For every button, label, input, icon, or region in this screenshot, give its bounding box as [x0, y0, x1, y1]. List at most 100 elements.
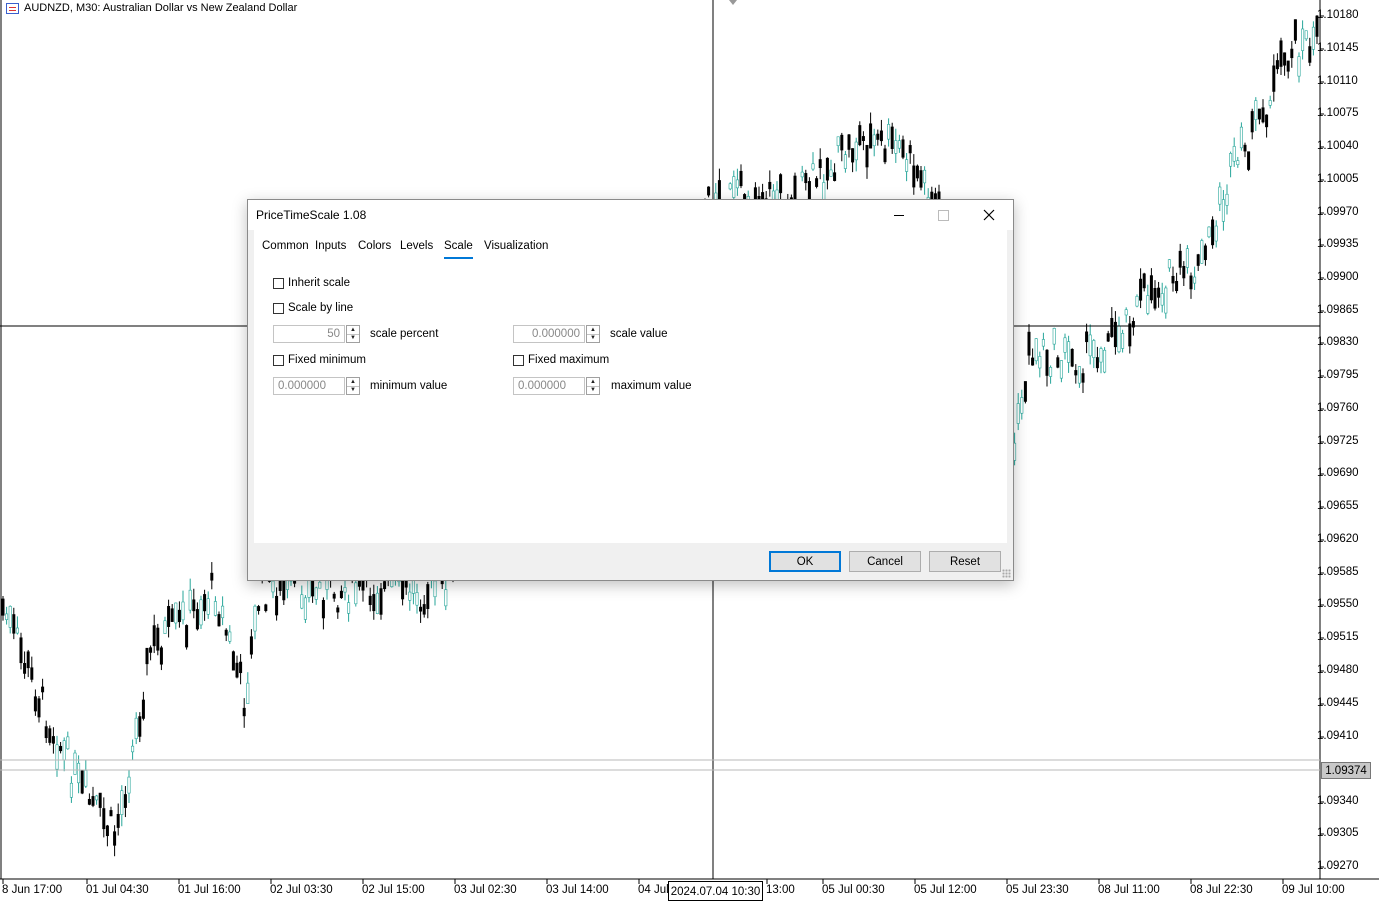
tab-colors[interactable]: Colors [358, 240, 391, 252]
candle-body [1261, 107, 1265, 123]
checkbox-box[interactable] [273, 277, 284, 289]
fixed-maximum-label: Fixed maximum [528, 354, 610, 366]
candle-body [354, 582, 358, 605]
inherit-scale-checkbox[interactable]: Inherit scale [273, 277, 350, 289]
minimum-value-stepper[interactable]: ▲ ▼ [273, 377, 360, 395]
scale-value-stepper[interactable]: ▲ ▼ [513, 325, 600, 343]
candle-body [1110, 317, 1114, 337]
candle-body [1214, 225, 1218, 242]
candle-body [840, 134, 844, 151]
ok-button[interactable]: OK [769, 551, 841, 572]
minimum-value-input[interactable] [273, 377, 345, 395]
candle-body [1196, 254, 1200, 266]
maximum-value-stepper[interactable]: ▲ ▼ [513, 377, 600, 395]
scale-value-spin[interactable]: ▲ ▼ [586, 325, 600, 343]
price-tick-label: 1.09480 [1317, 664, 1359, 676]
spin-down-icon[interactable]: ▼ [587, 335, 599, 343]
tab-levels[interactable]: Levels [400, 240, 433, 252]
candle-body [1182, 266, 1186, 279]
candle-body [1243, 144, 1247, 152]
price-tick-label: 1.09270 [1317, 860, 1359, 872]
spin-down-icon[interactable]: ▼ [587, 387, 599, 395]
candle-body [887, 124, 891, 140]
candle-body [851, 148, 855, 163]
chart-title: AUDNZD, M30: Australian Dollar vs New Ze… [6, 2, 297, 14]
minimize-button[interactable] [876, 200, 921, 230]
spin-down-icon[interactable]: ▼ [347, 387, 359, 395]
price-tick-label: 1.09550 [1317, 598, 1359, 610]
spin-up-icon[interactable]: ▲ [347, 378, 359, 387]
candle-body [915, 165, 919, 179]
dialog-title: PriceTimeScale 1.08 [256, 208, 367, 222]
scale-by-line-checkbox[interactable]: Scale by line [273, 302, 353, 314]
candle-body [1056, 357, 1060, 368]
time-tick-label: 04 Jul [638, 884, 669, 896]
candle-body [1272, 65, 1276, 92]
cancel-button[interactable]: Cancel [849, 551, 921, 572]
scale-percent-stepper[interactable]: ▲ ▼ [273, 325, 360, 343]
candle-body [1031, 357, 1035, 366]
candle-body [1232, 146, 1236, 162]
candle-body [343, 587, 347, 593]
tab-scale[interactable]: Scale [444, 240, 473, 259]
candle-body [1236, 160, 1240, 165]
chart-title-text: AUDNZD, M30: Australian Dollar vs New Ze… [24, 2, 298, 14]
minimum-value-spin[interactable]: ▲ ▼ [346, 377, 360, 395]
reset-button[interactable]: Reset [929, 551, 1001, 572]
candle-body [69, 782, 73, 798]
price-tick-label: 1.09935 [1317, 238, 1359, 250]
close-icon [983, 209, 994, 221]
candle-body [217, 614, 221, 627]
candle-body [51, 736, 55, 744]
scale-percent-input[interactable] [273, 325, 345, 343]
candle-body [1153, 287, 1157, 309]
price-tick-label: 1.10180 [1317, 9, 1359, 21]
candle-body [185, 625, 189, 648]
price-tick-label: 1.09585 [1317, 566, 1359, 578]
price-tick-label: 1.10145 [1317, 42, 1359, 54]
candle-body [1268, 100, 1272, 106]
tab-common[interactable]: Common [262, 240, 309, 252]
candle-body [1293, 19, 1297, 41]
candle-body [15, 627, 19, 634]
dialog-titlebar[interactable]: PriceTimeScale 1.08 [248, 200, 1013, 230]
spin-up-icon[interactable]: ▲ [587, 378, 599, 387]
time-tick-label: 05 Jul 12:00 [914, 884, 977, 896]
price-tick-label: 1.09620 [1317, 533, 1359, 545]
candle-body [1265, 114, 1269, 128]
fixed-minimum-checkbox[interactable]: Fixed minimum [273, 354, 366, 366]
checkbox-box[interactable] [273, 354, 284, 366]
candle-body [912, 165, 916, 188]
resize-grip-icon[interactable] [1002, 569, 1011, 578]
checkbox-box[interactable] [273, 302, 284, 314]
scale-percent-spin[interactable]: ▲ ▼ [346, 325, 360, 343]
scale-panel: Inherit scale Scale by line ▲ ▼ scale pe… [254, 260, 1007, 543]
candle-body [1103, 349, 1107, 373]
close-button[interactable] [966, 200, 1011, 230]
tab-inputs[interactable]: Inputs [315, 240, 346, 252]
scale-value-input[interactable] [513, 325, 585, 343]
minimum-value-label: minimum value [370, 380, 448, 392]
candle-body [159, 647, 163, 665]
fixed-maximum-checkbox[interactable]: Fixed maximum [513, 354, 609, 366]
tab-visualization[interactable]: Visualization [484, 240, 548, 252]
candle-body [879, 130, 883, 142]
candle-body [728, 183, 732, 190]
spin-down-icon[interactable]: ▼ [347, 335, 359, 343]
dialog-tabs: Common Inputs Colors Levels Scale Visual… [254, 230, 1007, 260]
candle-body [1, 598, 5, 616]
candle-body [1257, 108, 1261, 120]
spin-up-icon[interactable]: ▲ [587, 326, 599, 335]
price-tick-label: 1.09830 [1317, 336, 1359, 348]
spin-up-icon[interactable]: ▲ [347, 326, 359, 335]
candle-body [116, 813, 120, 828]
checkbox-box[interactable] [513, 354, 524, 366]
candle-body [181, 601, 185, 621]
candle-body [95, 795, 99, 801]
candle-body [12, 614, 16, 634]
maximum-value-spin[interactable]: ▲ ▼ [586, 377, 600, 395]
maximum-value-input[interactable] [513, 377, 585, 395]
candle-body [858, 125, 862, 146]
scale-percent-label: scale percent [370, 328, 439, 340]
candle-body [1070, 348, 1074, 367]
